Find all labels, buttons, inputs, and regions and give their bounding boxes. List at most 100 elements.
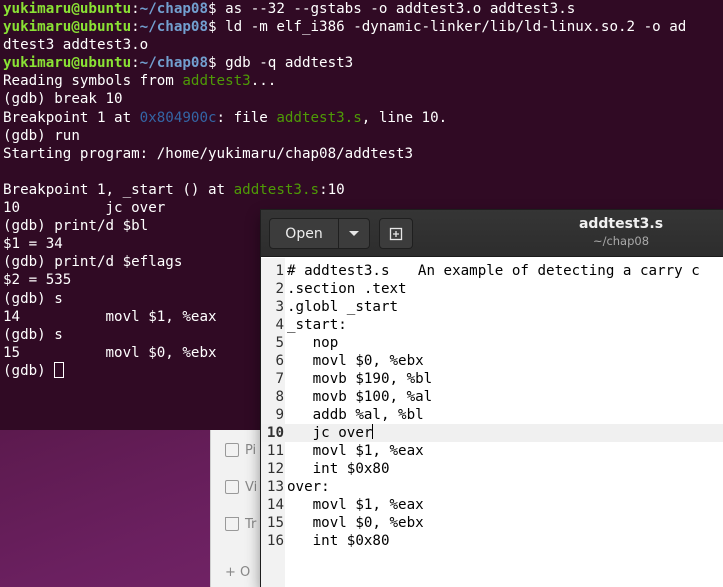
code-text: movb $190, %bl: [287, 371, 433, 387]
prompt-user: yukimaru@ubuntu: [3, 55, 132, 72]
line-number: 13: [266, 479, 284, 495]
document-title: addtest3.s: [578, 216, 664, 232]
code-text: movl $1, %eax: [287, 443, 424, 459]
line-number: 7: [275, 371, 284, 387]
file-name: addtest3.s: [233, 181, 320, 198]
terminal-line: yukimaru@ubuntu:~/chap08$ gdb -q addtest…: [3, 54, 723, 72]
code-text: .section .text: [287, 281, 407, 297]
terminal-text: 10 jc over: [3, 200, 166, 217]
code-line[interactable]: 16 int $0x80: [261, 532, 723, 550]
file-name: addtest3: [182, 73, 251, 90]
terminal-line: (gdb) run: [3, 127, 723, 145]
sidebar-item-trash[interactable]: Tr: [225, 514, 256, 534]
address-text: 0x804900c: [139, 109, 217, 126]
prompt-separator: :: [131, 19, 140, 36]
code-text: .globl _start: [287, 299, 399, 315]
open-button[interactable]: Open: [269, 218, 339, 249]
code-line[interactable]: 10 jc over: [261, 424, 723, 442]
code-text: over:: [287, 479, 330, 495]
code-line[interactable]: 8 movb $100, %al: [261, 388, 723, 406]
code-line[interactable]: 12 int $0x80: [261, 460, 723, 478]
code-text: # addtest3.s  An example of detecting a…: [287, 263, 700, 279]
code-text: int $0x80: [287, 461, 390, 477]
line-number: 1: [275, 263, 284, 279]
terminal-line: yukimaru@ubuntu:~/chap08$ ld -m elf_i386…: [3, 18, 723, 36]
terminal-text: (gdb) s: [3, 326, 63, 343]
document-path: ~/chap08: [592, 234, 650, 248]
prompt-user: yukimaru@ubuntu: [3, 1, 132, 17]
code-line[interactable]: 4 _start:: [261, 316, 723, 334]
sidebar-item-label: Tr: [245, 516, 257, 532]
line-number: 16: [266, 533, 284, 549]
code-text: movl $1, %eax: [287, 497, 424, 513]
terminal-line: dtest3 addtest3.o: [3, 36, 723, 54]
code-text: jc over: [287, 424, 374, 441]
terminal-line: Breakpoint 1, _start () at addtest3.s:10: [3, 181, 723, 199]
prompt-separator: :: [131, 1, 140, 17]
line-number: 3: [275, 299, 284, 315]
file-name: addtest3.s: [276, 109, 362, 126]
code-line[interactable]: 15 movl $0, %ebx: [261, 514, 723, 532]
sidebar-item-videos[interactable]: Vi: [225, 477, 257, 497]
code-line[interactable]: 7 movb $190, %bl: [261, 370, 723, 388]
code-text: movb $100, %al: [287, 389, 433, 405]
prompt-separator: :: [131, 55, 140, 72]
terminal-text: , line 10.: [361, 109, 448, 126]
terminal-text: (gdb) print/d $bl: [3, 218, 149, 235]
code-line[interactable]: 14 movl $1, %eax: [261, 496, 723, 514]
command-text: $ gdb -q addtest3: [208, 55, 354, 72]
line-number: 9: [275, 407, 284, 423]
code-line[interactable]: 9 addb %al, %bl: [261, 406, 723, 424]
terminal-cursor: [54, 361, 65, 378]
code-line[interactable]: 5 nop: [261, 334, 723, 352]
code-line[interactable]: 11 movl $1, %eax: [261, 442, 723, 460]
terminal-text: ...: [250, 73, 277, 90]
sidebar-item-other-locations[interactable]: + O: [225, 562, 250, 582]
code-text: movl $0, %ebx: [287, 353, 424, 369]
headerbar: Open addtest3.s ~/chap08: [261, 210, 723, 257]
terminal-text: Reading symbols from: [3, 73, 183, 90]
command-text: $ ld -m elf_i386 -dynamic-linker/lib/ld-…: [208, 19, 687, 36]
trash-icon: [225, 517, 239, 531]
text-editor[interactable]: 1 # addtest3.s  An example of detecting …: [261, 258, 723, 587]
videos-icon: [225, 480, 239, 494]
sidebar-item-pictures[interactable]: Pi: [225, 440, 256, 460]
line-number: 10: [266, 425, 284, 441]
line-number: 11: [266, 443, 284, 459]
code-line[interactable]: 13 over:: [261, 478, 723, 496]
code-line[interactable]: 1 # addtest3.s  An example of detecting …: [261, 262, 723, 280]
terminal-text: Starting program: /home/yukimaru/chap08/…: [3, 145, 413, 162]
window-title: addtest3.s ~/chap08: [561, 216, 681, 248]
open-button-label: Open: [285, 225, 323, 242]
prompt-path: ~/chap08: [139, 19, 209, 36]
terminal-line: Breakpoint 1 at 0x804900c: file addtest3…: [3, 109, 723, 127]
terminal-text: $1 = 34: [3, 236, 63, 253]
prompt-user: yukimaru@ubuntu: [3, 19, 132, 36]
code-line[interactable]: 6 movl $0, %ebx: [261, 352, 723, 370]
code-line[interactable]: 2 .section .text: [261, 280, 723, 298]
terminal-line: Starting program: /home/yukimaru/chap08/…: [3, 145, 723, 163]
terminal-text: (gdb) print/d $eflags: [3, 254, 183, 271]
terminal-text: 15 movl $0, %ebx: [3, 344, 217, 361]
line-number: 6: [275, 353, 284, 369]
line-number: 12: [266, 461, 284, 477]
line-number: 5: [275, 335, 284, 351]
terminal-text: (gdb): [3, 362, 55, 379]
terminal-text: Breakpoint 1,: [3, 181, 123, 198]
line-number: 2: [275, 281, 284, 297]
terminal-text: (gdb) run: [3, 127, 80, 144]
terminal-text: 14 movl $1, %eax: [3, 308, 217, 325]
chevron-down-icon: [349, 230, 359, 236]
terminal-text: () at: [173, 181, 234, 198]
gedit-window[interactable]: Open addtest3.s ~/chap08 1 # addtest3.s …: [261, 210, 723, 587]
terminal-text: (gdb) s: [3, 290, 63, 307]
prompt-path: ~/chap08: [139, 55, 209, 72]
code-line[interactable]: 3 .globl _start: [261, 298, 723, 316]
code-text: nop: [287, 335, 339, 351]
terminal-line: yukimaru@ubuntu:~/chap08$ as --32 --gsta…: [3, 0, 723, 18]
terminal-line: (gdb) break 10: [3, 90, 723, 108]
line-number: 14: [266, 497, 284, 513]
new-tab-button[interactable]: [379, 218, 413, 249]
open-recent-dropdown-button[interactable]: [338, 218, 370, 249]
